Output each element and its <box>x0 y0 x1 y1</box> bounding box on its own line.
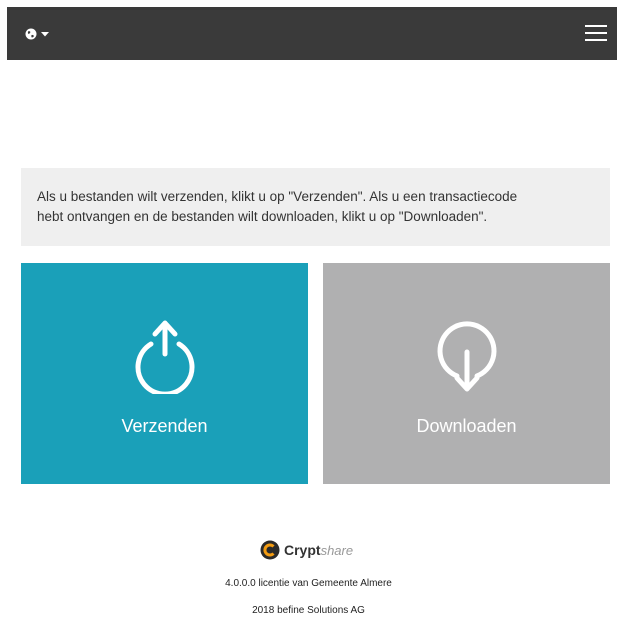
cryptshare-logo: Crypt share <box>260 540 353 560</box>
send-button[interactable]: Verzenden <box>21 263 308 484</box>
hamburger-menu-icon[interactable] <box>585 24 607 42</box>
license-text: 4.0.0.0 licentie van Gemeente Almere <box>225 578 392 589</box>
send-label: Verzenden <box>121 416 208 436</box>
cryptshare-logo-icon <box>260 540 280 560</box>
info-message: Als u bestanden wilt verzenden, klikt u … <box>21 168 610 246</box>
info-line-1: Als u bestanden wilt verzenden, klikt u … <box>37 189 518 204</box>
download-button[interactable]: Downloaden <box>323 263 610 484</box>
language-selector[interactable] <box>25 25 49 43</box>
copyright-text: 2018 befine Solutions AG <box>252 605 365 616</box>
info-line-2: hebt ontvangen en de bestanden wilt down… <box>37 209 488 224</box>
top-navbar <box>7 7 617 60</box>
logo-text-italic: share <box>320 542 354 558</box>
upload-icon <box>135 320 194 394</box>
globe-icon <box>25 28 37 40</box>
logo-text-bold: Crypt <box>284 542 321 558</box>
download-label: Downloaden <box>416 416 517 436</box>
download-icon <box>437 321 496 392</box>
caret-down-icon <box>41 31 49 36</box>
